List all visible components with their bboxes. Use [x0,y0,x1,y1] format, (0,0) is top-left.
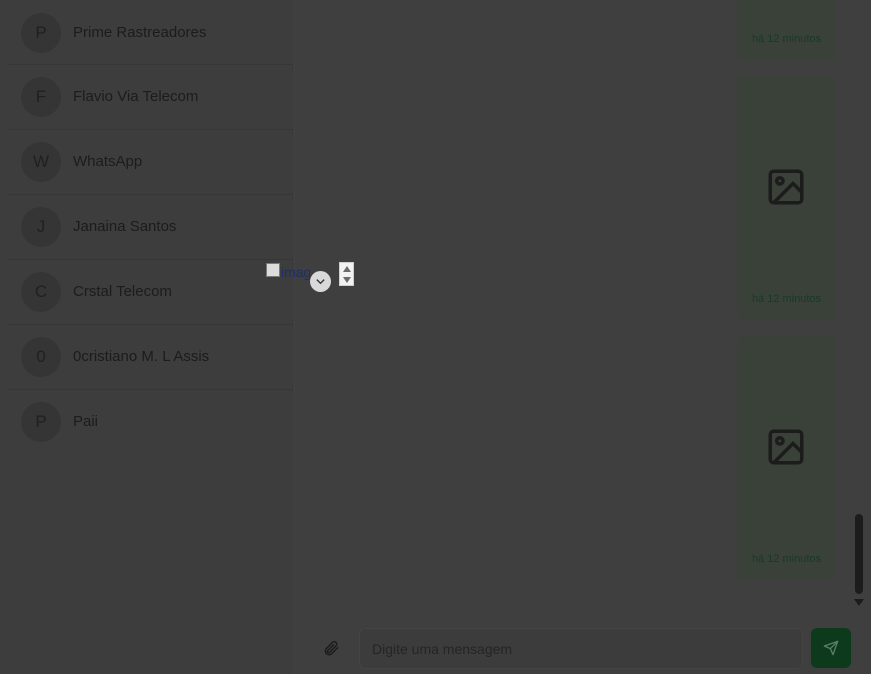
chat-scrollbar[interactable] [853,514,863,594]
avatar: 0 [21,337,61,377]
contact-name: WhatsApp [73,153,143,170]
avatar: P [21,13,61,53]
send-button[interactable] [811,628,851,668]
avatar: C [21,272,61,312]
contact-name: Prime Rastreadores [73,24,207,41]
broken-image-icon [266,263,280,277]
contact-item[interactable]: F Flavio Via Telecom [8,65,293,130]
contact-name: 0cristiano M. L Assis [73,348,210,365]
image-icon [768,429,804,465]
scroll-down-arrow-icon[interactable] [854,599,864,606]
contact-name: Flavio Via Telecom [73,88,199,105]
contact-item[interactable]: C Crstal Telecom [8,260,293,325]
message-input[interactable] [359,628,803,669]
image-message[interactable]: há 12 minutos [737,336,836,580]
contact-item[interactable]: J Janaina Santos [8,195,293,260]
image-icon [768,169,804,205]
avatar: F [21,77,61,117]
stepper-down-icon[interactable] [343,277,351,283]
number-stepper[interactable] [339,262,354,286]
paperclip-icon[interactable] [322,639,340,657]
image-message[interactable]: há 12 minutos [737,0,836,60]
contact-item[interactable]: W WhatsApp [8,130,293,195]
contact-name: Paii [73,413,99,430]
avatar: P [21,402,61,442]
contact-item[interactable]: 0 0cristiano M. L Assis [8,325,293,390]
contact-item[interactable]: P Paii [8,390,293,455]
contact-item[interactable]: P Prime Rastreadores [8,0,293,65]
message-timestamp: há 12 minutos [751,33,822,45]
send-icon [823,640,839,656]
scrollbar-thumb[interactable] [855,514,863,594]
image-message[interactable]: há 12 minutos [737,76,836,320]
broken-image-alt: imagem [281,264,310,280]
chevron-down-icon[interactable] [310,271,331,292]
avatar: J [21,207,61,247]
message-timestamp: há 12 minutos [751,293,822,305]
stepper-up-icon[interactable] [343,266,351,272]
avatar: W [21,142,61,182]
message-timestamp: há 12 minutos [751,553,822,565]
contact-name: Janaina Santos [73,218,177,235]
broken-image: imagem [266,263,310,283]
contact-name: Crstal Telecom [73,283,172,300]
contact-sidebar: P Prime Rastreadores F Flavio Via Teleco… [0,0,295,674]
